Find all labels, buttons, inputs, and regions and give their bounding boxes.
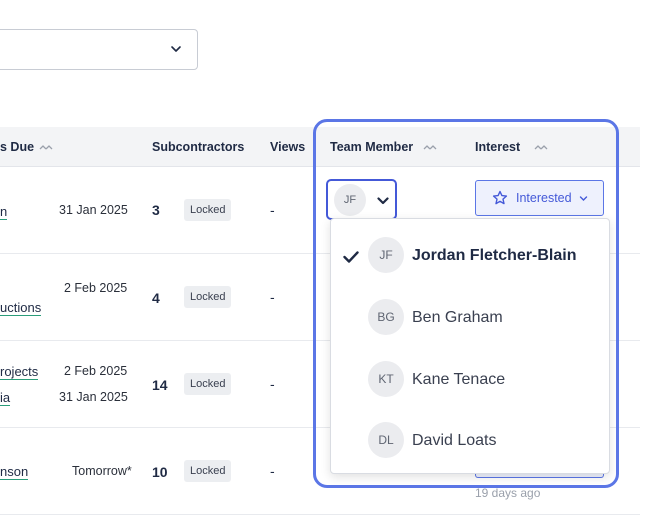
locked-badge: Locked <box>184 373 232 395</box>
table-header: s Due Subcontractors Views Team Member I… <box>0 127 640 167</box>
team-member-select[interactable]: JF <box>326 179 397 220</box>
avatar: DL <box>368 422 404 458</box>
chevron-down-icon <box>579 196 588 201</box>
views-value: - <box>270 376 275 392</box>
views-value: - <box>270 289 275 305</box>
due-date: 2 Feb 2025 <box>64 281 128 295</box>
team-member-name: Kane Tenace <box>412 371 506 388</box>
tender-link[interactable]: uctions <box>0 300 42 316</box>
avatar: JF <box>334 184 366 216</box>
team-member-option[interactable]: JF Jordan Fletcher-Blain <box>331 225 609 285</box>
subcontractor-count: 14 <box>152 377 168 393</box>
subcontractor-count: 3 <box>152 202 160 218</box>
team-member-option[interactable]: KT Kane Tenace <box>331 349 609 409</box>
tender-link[interactable]: nson <box>0 464 29 480</box>
views-value: - <box>270 463 275 479</box>
views-value: - <box>270 202 275 218</box>
sort-icon[interactable] <box>534 143 548 151</box>
locked-badge: Locked <box>184 286 232 308</box>
column-header-team-member[interactable]: Team Member <box>330 140 413 154</box>
due-date: 31 Jan 2025 <box>59 203 128 217</box>
team-member-option[interactable]: BG Ben Graham <box>331 287 609 347</box>
check-icon <box>343 251 359 263</box>
chevron-down-icon <box>377 197 389 205</box>
sort-icon[interactable] <box>39 143 53 151</box>
avatar: KT <box>368 361 404 397</box>
due-date: 31 Jan 2025 <box>59 390 128 404</box>
tender-link[interactable]: n <box>0 204 8 220</box>
tender-link[interactable]: ia <box>0 390 11 406</box>
team-member-name: Ben Graham <box>412 309 503 326</box>
locked-badge: Locked <box>184 460 232 482</box>
filter-select[interactable] <box>0 29 198 70</box>
tender-link[interactable]: rojects <box>0 364 39 380</box>
due-date: Tomorrow* <box>72 464 132 478</box>
interest-button[interactable]: Interested <box>475 180 604 216</box>
column-header-views: Views <box>270 140 306 154</box>
column-header-due[interactable]: s Due <box>0 140 34 154</box>
sort-icon[interactable] <box>423 143 437 151</box>
avatar: BG <box>368 299 404 335</box>
star-icon <box>492 190 508 205</box>
team-member-name: Jordan Fletcher-Blain <box>412 247 577 264</box>
due-date: 2 Feb 2025 <box>64 364 128 378</box>
column-header-subcontractors: Subcontractors <box>152 140 245 154</box>
column-header-interest[interactable]: Interest <box>475 140 520 154</box>
locked-badge: Locked <box>184 199 232 221</box>
team-member-dropdown: JF Jordan Fletcher-Blain BG Ben Graham K… <box>330 218 610 474</box>
team-member-option[interactable]: DL David Loats <box>331 410 609 470</box>
subcontractor-count: 4 <box>152 290 160 306</box>
interest-timestamp: 19 days ago <box>475 486 541 500</box>
interest-button-label: Interested <box>516 191 572 205</box>
team-member-name: David Loats <box>412 432 497 449</box>
chevron-down-icon <box>171 46 181 52</box>
avatar: JF <box>368 237 404 273</box>
subcontractor-count: 10 <box>152 464 168 480</box>
